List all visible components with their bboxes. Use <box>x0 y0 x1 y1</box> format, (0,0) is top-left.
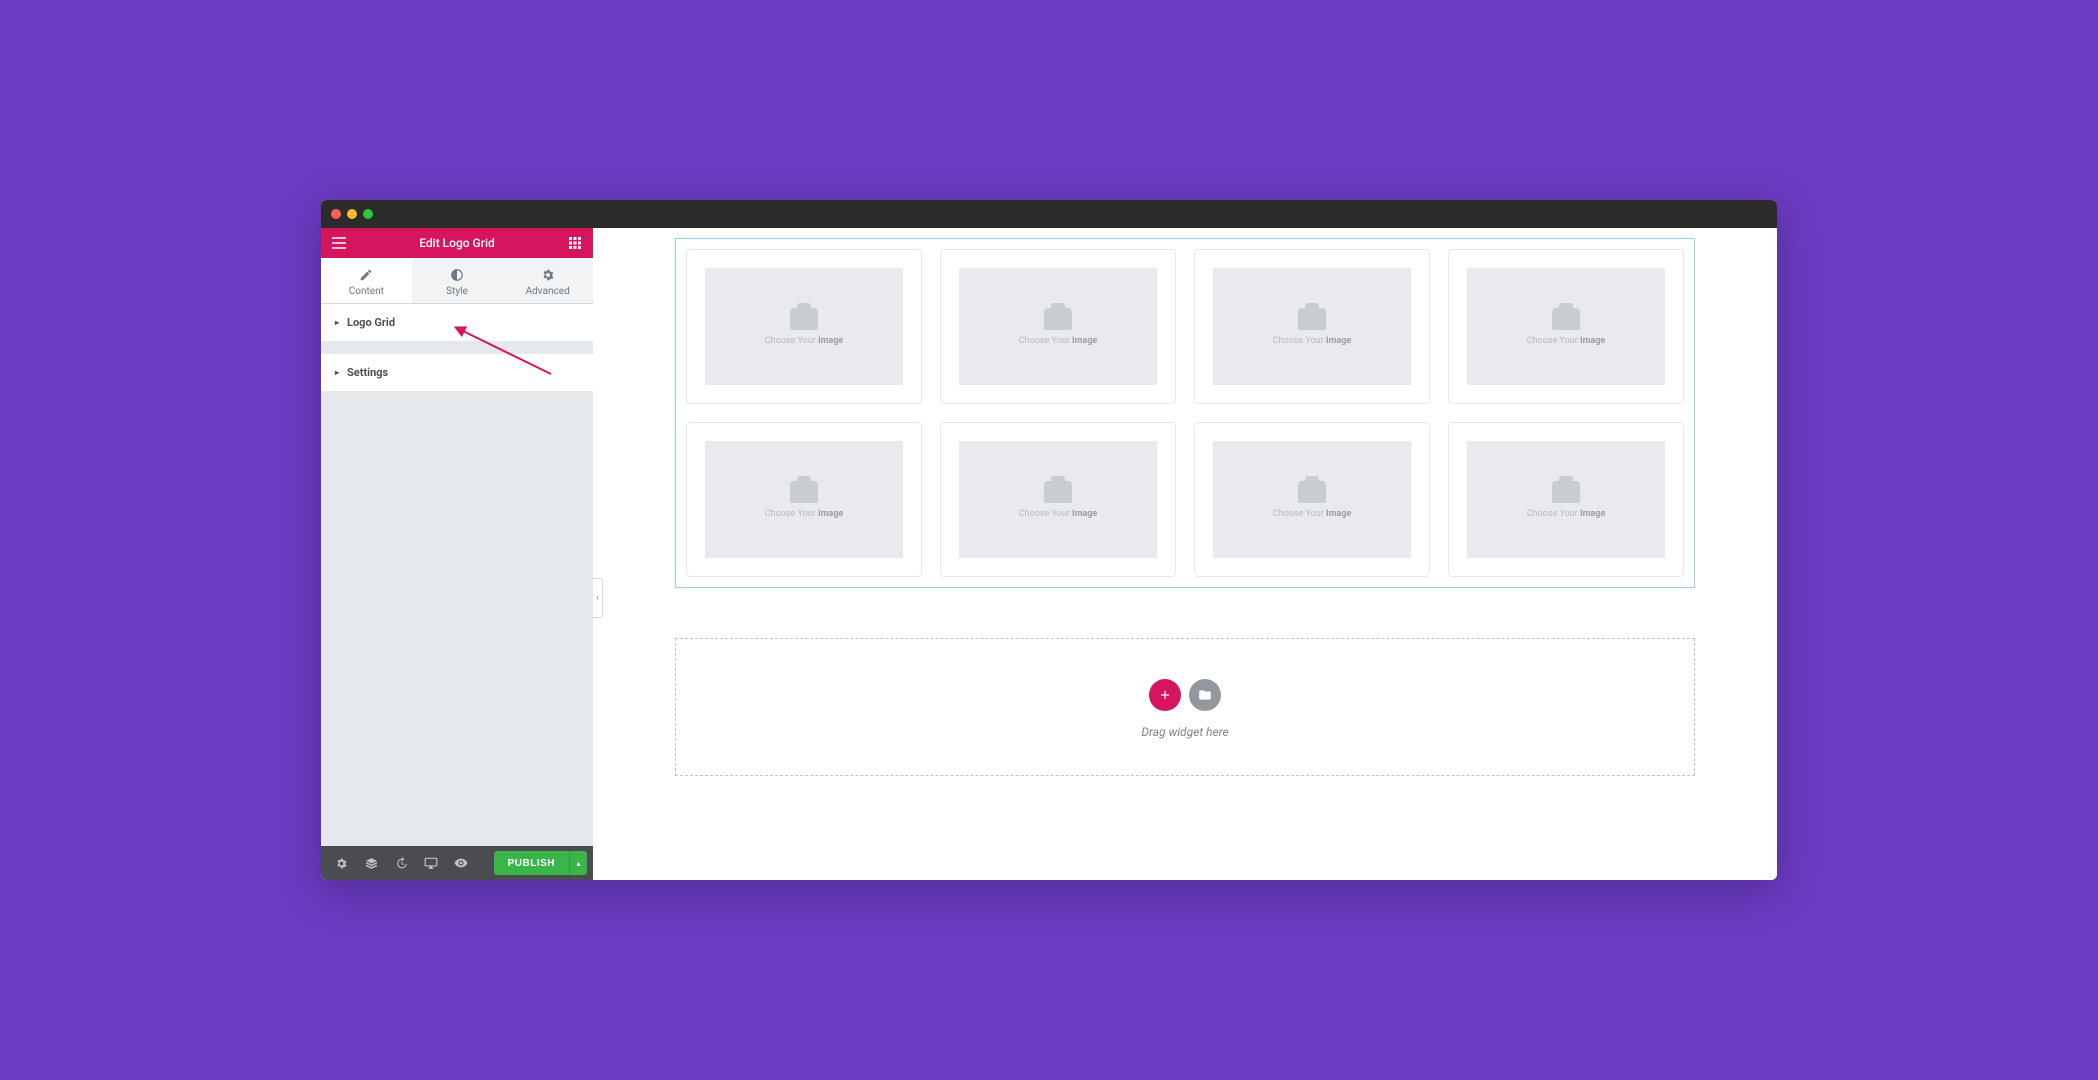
placeholder-text: Choose Your Image <box>1527 336 1605 346</box>
window-close-dot[interactable] <box>331 209 341 219</box>
publish-group: PUBLISH ▴ <box>494 851 587 875</box>
add-template-button[interactable] <box>1189 679 1221 711</box>
panel-title: Edit Logo Grid <box>347 236 567 250</box>
image-placeholder[interactable]: Choose Your Image <box>1213 268 1411 385</box>
apps-icon[interactable] <box>567 235 583 251</box>
dropzone[interactable]: Drag widget here <box>675 638 1695 776</box>
section-logo-grid-label: Logo Grid <box>347 316 395 329</box>
dropzone-buttons <box>1149 679 1221 711</box>
logo-card: Choose Your Image <box>686 249 922 404</box>
caret-right-icon: ▸ <box>335 318 339 327</box>
section-settings[interactable]: ▸ Settings <box>321 354 593 392</box>
window-zoom-dot[interactable] <box>363 209 373 219</box>
logo-card: Choose Your Image <box>1194 249 1430 404</box>
window-titlebar <box>321 200 1777 228</box>
window-minimize-dot[interactable] <box>347 209 357 219</box>
tab-advanced[interactable]: Advanced <box>502 258 593 303</box>
history-icon[interactable] <box>387 849 415 877</box>
panel-header: Edit Logo Grid <box>321 228 593 258</box>
tab-style-label: Style <box>446 286 468 297</box>
pencil-icon <box>359 268 373 282</box>
caret-right-icon: ▸ <box>335 368 339 377</box>
app-body: Edit Logo Grid Content <box>321 228 1777 880</box>
tab-advanced-label: Advanced <box>526 286 570 297</box>
plus-icon <box>1158 688 1172 702</box>
placeholder-text: Choose Your Image <box>1019 509 1097 519</box>
contrast-icon <box>450 268 464 282</box>
placeholder-text: Choose Your Image <box>1273 336 1351 346</box>
sidebar-footer: PUBLISH ▴ <box>321 846 593 880</box>
menu-icon[interactable] <box>331 235 347 251</box>
tab-style[interactable]: Style <box>412 258 503 303</box>
image-placeholder[interactable]: Choose Your Image <box>1467 268 1665 385</box>
camera-icon <box>1552 481 1580 503</box>
logo-grid-widget[interactable]: Choose Your Image Choose Your Image Choo… <box>675 238 1695 588</box>
placeholder-text: Choose Your Image <box>1019 336 1097 346</box>
publish-button[interactable]: PUBLISH <box>494 851 569 875</box>
collapse-sidebar-handle[interactable]: ‹ <box>593 578 603 618</box>
placeholder-text: Choose Your Image <box>1527 509 1605 519</box>
camera-icon <box>1044 481 1072 503</box>
image-placeholder[interactable]: Choose Your Image <box>959 441 1157 558</box>
image-placeholder[interactable]: Choose Your Image <box>705 441 903 558</box>
folder-icon <box>1198 688 1212 702</box>
responsive-icon[interactable] <box>417 849 445 877</box>
image-placeholder[interactable]: Choose Your Image <box>705 268 903 385</box>
logo-card: Choose Your Image <box>940 422 1176 577</box>
camera-icon <box>790 308 818 330</box>
placeholder-text: Choose Your Image <box>765 336 843 346</box>
image-placeholder[interactable]: Choose Your Image <box>1467 441 1665 558</box>
sidebar-fill <box>321 392 593 846</box>
section-settings-label: Settings <box>347 366 388 379</box>
logo-card: Choose Your Image <box>1194 422 1430 577</box>
image-placeholder[interactable]: Choose Your Image <box>1213 441 1411 558</box>
panel-tabs: Content Style Advanced <box>321 258 593 304</box>
placeholder-text: Choose Your Image <box>765 509 843 519</box>
camera-icon <box>1298 308 1326 330</box>
tab-content-label: Content <box>349 286 384 297</box>
camera-icon <box>1298 481 1326 503</box>
placeholder-text: Choose Your Image <box>1273 509 1351 519</box>
camera-icon <box>1552 308 1580 330</box>
publish-more-button[interactable]: ▴ <box>569 851 587 875</box>
logo-card: Choose Your Image <box>1448 249 1684 404</box>
camera-icon <box>1044 308 1072 330</box>
logo-grid: Choose Your Image Choose Your Image Choo… <box>686 249 1684 577</box>
dropzone-text: Drag widget here <box>1141 725 1228 739</box>
tab-content[interactable]: Content <box>321 258 412 303</box>
preview-icon[interactable] <box>447 849 475 877</box>
add-section-button[interactable] <box>1149 679 1181 711</box>
gear-icon <box>541 268 555 282</box>
section-gap <box>321 342 593 354</box>
navigator-icon[interactable] <box>357 849 385 877</box>
app-window: Edit Logo Grid Content <box>321 200 1777 880</box>
settings-icon[interactable] <box>327 849 355 877</box>
section-logo-grid[interactable]: ▸ Logo Grid <box>321 304 593 342</box>
logo-card: Choose Your Image <box>940 249 1176 404</box>
editor-canvas[interactable]: Choose Your Image Choose Your Image Choo… <box>593 228 1777 880</box>
image-placeholder[interactable]: Choose Your Image <box>959 268 1157 385</box>
editor-sidebar: Edit Logo Grid Content <box>321 228 593 880</box>
camera-icon <box>790 481 818 503</box>
logo-card: Choose Your Image <box>686 422 922 577</box>
logo-card: Choose Your Image <box>1448 422 1684 577</box>
